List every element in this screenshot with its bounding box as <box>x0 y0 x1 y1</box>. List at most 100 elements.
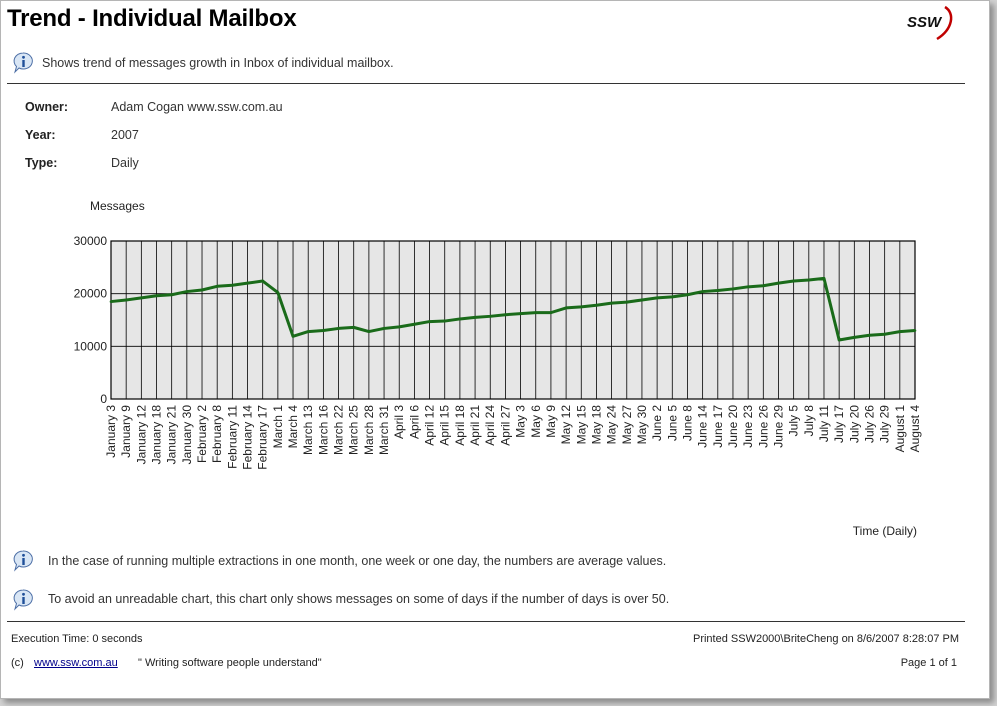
data-point <box>579 305 583 309</box>
ssw-logo: SSW <box>907 5 953 41</box>
printed-info: Printed SSW2000\BriteCheng on 8/6/2007 8… <box>692 633 959 645</box>
data-point <box>883 332 886 336</box>
x-tick-label: March 25 <box>347 405 361 455</box>
x-tick-label: April 18 <box>453 405 467 446</box>
data-point <box>898 330 902 333</box>
data-point <box>792 279 795 283</box>
x-tick-label: April 21 <box>468 405 482 446</box>
data-point <box>367 330 371 333</box>
x-tick-label: February 17 <box>256 405 270 470</box>
x-tick-label: May 6 <box>529 405 543 438</box>
x-tick-label: May 9 <box>544 405 558 438</box>
data-point <box>822 277 826 280</box>
x-tick-label: July 29 <box>878 405 892 443</box>
data-point <box>322 329 325 332</box>
data-point <box>534 311 538 314</box>
data-point <box>731 287 735 291</box>
info-icon <box>13 52 33 74</box>
data-point <box>473 316 477 319</box>
data-point <box>443 319 447 323</box>
data-point <box>595 303 598 307</box>
x-tick-label: April 6 <box>407 405 421 439</box>
data-point <box>670 295 674 299</box>
x-tick-label: March 4 <box>286 405 300 449</box>
x-tick-label: July 20 <box>847 405 861 443</box>
data-point <box>488 315 492 318</box>
x-tick-label: May 24 <box>605 405 619 445</box>
data-point <box>807 278 811 282</box>
x-tick-label: March 22 <box>332 405 346 455</box>
x-tick-label: July 26 <box>862 405 876 443</box>
data-point <box>397 325 401 329</box>
x-tick-label: January 30 <box>180 405 194 465</box>
x-tick-label: May 3 <box>514 405 528 438</box>
x-tick-label: February 2 <box>195 405 209 463</box>
data-point <box>185 290 189 293</box>
x-tick-label: June 8 <box>680 405 694 441</box>
data-point <box>276 291 280 294</box>
report-description: Shows trend of messages growth in Inbox … <box>42 56 394 70</box>
data-point <box>701 290 704 293</box>
y-tick-label: 20000 <box>74 287 108 301</box>
data-point <box>382 327 386 330</box>
x-tick-label: April 27 <box>498 405 512 446</box>
x-tick-label: June 20 <box>726 405 740 448</box>
data-point <box>625 300 629 304</box>
type-value: Daily <box>111 156 139 170</box>
x-tick-label: March 16 <box>316 405 330 455</box>
x-tick-label: July 17 <box>832 405 846 443</box>
divider <box>7 621 965 622</box>
x-tick-label: July 5 <box>787 405 801 437</box>
data-point <box>231 283 234 287</box>
x-tick-label: July 11 <box>817 405 831 442</box>
x-tick-label: January 12 <box>134 405 148 465</box>
trend-chart: Messages 0100002000030000 January 3 Janua… <box>74 199 922 538</box>
x-tick-label: March 1 <box>271 405 285 449</box>
data-point <box>458 317 462 321</box>
data-point <box>261 279 264 283</box>
y-tick-label: 10000 <box>74 339 108 353</box>
y-axis-label: Messages <box>90 199 145 213</box>
x-tick-label: January 18 <box>150 405 164 465</box>
x-tick-label: May 30 <box>635 405 649 445</box>
note-unreadable: To avoid an unreadable chart, this chart… <box>48 592 670 606</box>
report-page: Trend - Individual Mailbox SSW Shows tre… <box>0 0 990 699</box>
x-tick-label: May 27 <box>620 405 634 445</box>
page-number: Page 1 of 1 <box>900 657 957 669</box>
data-point <box>170 293 173 297</box>
data-point <box>352 326 356 329</box>
x-tick-label: January 3 <box>104 405 118 458</box>
owner-value: Adam Cogan www.ssw.com.au <box>111 100 283 114</box>
execution-time: Execution Time: 0 seconds <box>11 633 143 645</box>
year-label: Year: <box>25 128 56 142</box>
info-icon <box>13 550 33 572</box>
x-axis-label: Time (Daily) <box>853 524 917 538</box>
x-tick-label: August 4 <box>908 405 922 453</box>
owner-label: Owner: <box>25 100 69 114</box>
data-point <box>762 284 765 288</box>
x-tick-label: June 23 <box>741 405 755 448</box>
data-point <box>504 313 507 317</box>
data-point <box>655 296 659 300</box>
data-point <box>853 336 856 339</box>
y-tick-label: 30000 <box>74 234 108 248</box>
x-tick-label: January 9 <box>119 405 133 458</box>
x-tick-label: May 15 <box>574 405 588 445</box>
data-point <box>246 281 249 285</box>
data-point <box>564 306 568 310</box>
data-point <box>837 338 841 342</box>
ssw-link[interactable]: www.ssw.com.au <box>34 657 118 669</box>
x-tick-label: March 28 <box>362 405 376 455</box>
data-point <box>306 330 310 333</box>
tagline: " Writing software people understand" <box>138 657 322 669</box>
data-point <box>610 301 613 305</box>
data-point <box>413 322 416 326</box>
x-tick-label: February 14 <box>241 405 255 470</box>
divider <box>7 83 965 84</box>
data-point <box>428 320 431 323</box>
data-point <box>716 289 720 292</box>
data-point <box>549 311 553 314</box>
plot-area <box>110 240 916 400</box>
data-point <box>337 327 340 330</box>
logo-text: SSW <box>907 14 943 31</box>
